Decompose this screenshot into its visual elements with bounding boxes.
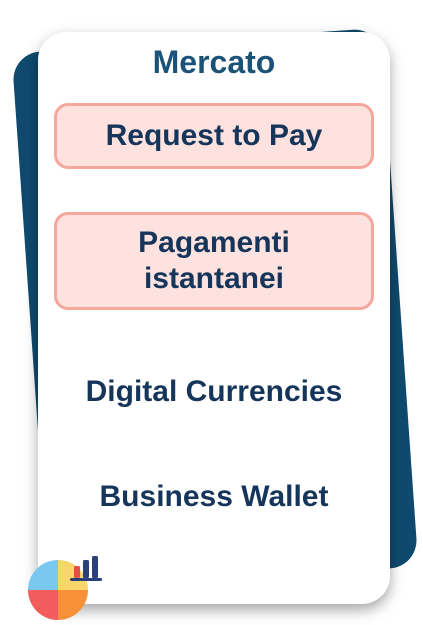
pie-bar-chart-icon [28,556,102,620]
pie-slice-orange [58,590,88,620]
mini-bar [83,560,89,578]
item-business-wallet: Business Wallet [99,480,329,513]
mini-bar [92,556,98,578]
highlighted-item-request-to-pay: Request to Pay [54,103,374,169]
card-title: Mercato [152,44,276,80]
highlighted-item-pagamenti-istantanei: Pagamenti istantanei [54,212,374,310]
pie-slice-red [28,590,58,620]
highlighted-item-label: Pagamenti istantanei [138,226,290,295]
mini-bar [74,566,80,578]
bar-chart-shape [70,556,102,581]
pie-slice-blue [28,560,58,590]
highlighted-item-label: Request to Pay [105,119,323,152]
diagram-stage: Mercato Request to Pay Pagamenti istanta… [0,0,423,625]
bar-baseline [70,578,102,581]
item-digital-currencies: Digital Currencies [85,375,343,408]
